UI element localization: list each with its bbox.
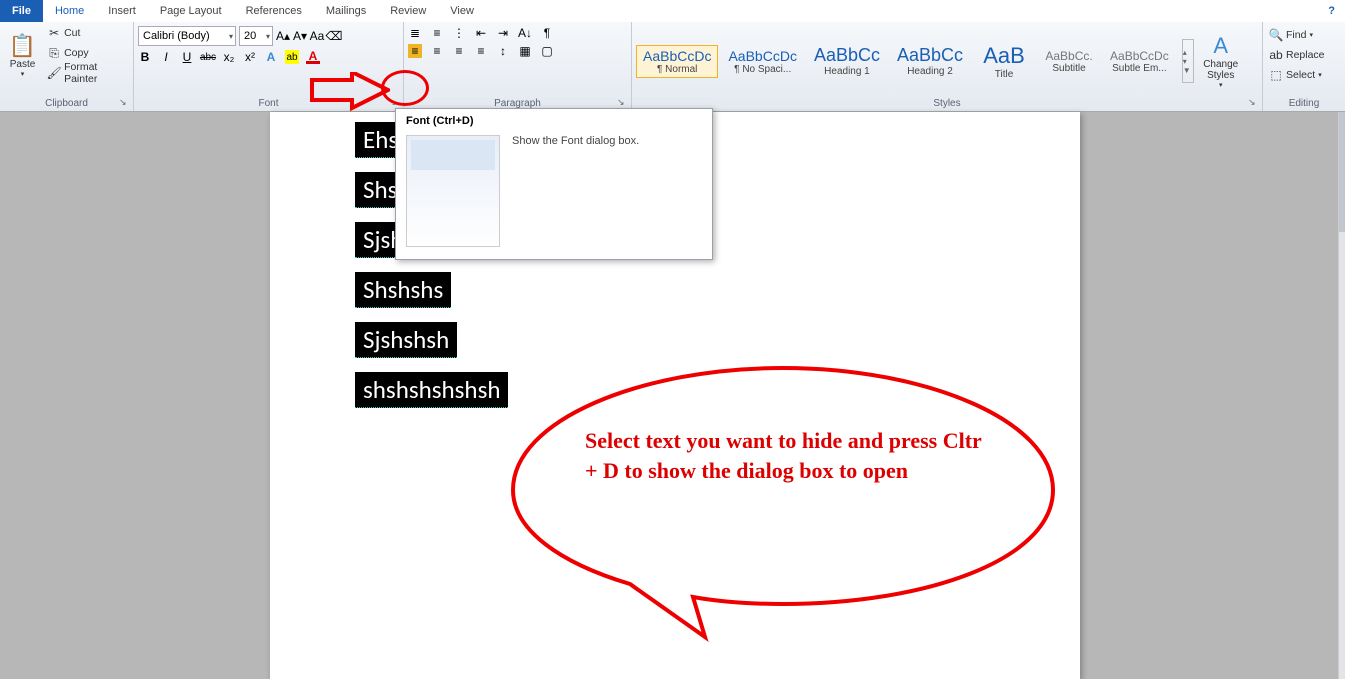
editing-label: Editing	[1267, 98, 1341, 111]
select-icon: ⬚	[1269, 68, 1283, 82]
italic-button[interactable]: I	[159, 50, 173, 64]
help-button[interactable]: ?	[1328, 5, 1335, 17]
styles-gallery[interactable]: AaBbCcDc¶ NormalAaBbCcDc¶ No Spaci...AaB…	[636, 40, 1176, 83]
group-styles: AaBbCcDc¶ NormalAaBbCcDc¶ No Spaci...AaB…	[632, 22, 1263, 111]
multilevel-button[interactable]: ⋮	[452, 26, 466, 40]
select-button[interactable]: ⬚Select ▾	[1267, 66, 1324, 84]
bullets-button[interactable]: ≣	[408, 26, 422, 40]
decrease-indent-button[interactable]: ⇤	[474, 26, 488, 40]
find-button[interactable]: 🔍Find ▾	[1267, 26, 1315, 44]
tooltip-title: Font (Ctrl+D)	[396, 109, 712, 129]
style-title[interactable]: AaBTitle	[973, 40, 1035, 83]
change-case-button[interactable]: Aa	[310, 29, 324, 43]
style-subtitle[interactable]: AaBbCc.Subtitle	[1038, 46, 1100, 77]
brush-icon: 🖌	[47, 66, 61, 80]
change-styles-icon: A	[1213, 33, 1228, 59]
font-family-select[interactable]: Calibri (Body)	[138, 26, 236, 46]
tab-view[interactable]: View	[438, 0, 486, 22]
tooltip-desc: Show the Font dialog box.	[512, 135, 639, 247]
scissors-icon: ✂	[47, 26, 61, 40]
annotation-circle	[381, 70, 429, 106]
paste-label: Paste	[10, 59, 36, 70]
tab-home[interactable]: Home	[43, 0, 96, 22]
selected-text[interactable]: Sjshshsh	[355, 322, 457, 358]
find-icon: 🔍	[1269, 28, 1283, 42]
align-center-button[interactable]: ≡	[430, 44, 444, 58]
copy-button[interactable]: ⎘Copy	[45, 44, 129, 62]
tab-references[interactable]: References	[234, 0, 314, 22]
styles-more-button[interactable]: ▴▾▼	[1182, 39, 1194, 83]
ribbon: 📋 Paste ▾ ✂Cut ⎘Copy 🖌Format Painter Cli…	[0, 22, 1345, 112]
copy-icon: ⎘	[47, 46, 61, 60]
tab-file[interactable]: File	[0, 0, 43, 22]
format-painter-button[interactable]: 🖌Format Painter	[45, 64, 129, 82]
clipboard-label: Clipboard	[4, 98, 129, 111]
change-styles-button[interactable]: A Change Styles ▾	[1198, 30, 1244, 92]
style-heading-1[interactable]: AaBbCcHeading 1	[807, 42, 887, 80]
tab-review[interactable]: Review	[378, 0, 438, 22]
style--no-spaci-[interactable]: AaBbCcDc¶ No Spaci...	[721, 45, 803, 78]
style-heading-2[interactable]: AaBbCcHeading 2	[890, 42, 970, 80]
style-subtle-em-[interactable]: AaBbCcDcSubtle Em...	[1103, 46, 1176, 77]
annotation-callout-text: Select text you want to hide and press C…	[585, 426, 995, 485]
clipboard-launcher[interactable]: ↘	[119, 97, 131, 109]
paste-button[interactable]: 📋 Paste ▾	[4, 24, 41, 86]
tab-insert[interactable]: Insert	[96, 0, 148, 22]
style--normal[interactable]: AaBbCcDc¶ Normal	[636, 45, 718, 78]
subscript-button[interactable]: x₂	[222, 50, 236, 64]
group-editing: 🔍Find ▾ abReplace ⬚Select ▾ Editing	[1263, 22, 1345, 111]
align-left-button[interactable]: ≡	[408, 44, 422, 58]
vertical-scrollbar[interactable]	[1338, 112, 1345, 679]
replace-button[interactable]: abReplace	[1267, 46, 1327, 64]
font-color-button[interactable]: A	[306, 50, 320, 64]
strike-button[interactable]: abc	[201, 50, 215, 64]
font-launcher-tooltip: Font (Ctrl+D) Show the Font dialog box.	[395, 108, 713, 260]
styles-launcher[interactable]: ↘	[1248, 97, 1260, 109]
text-effects-button[interactable]: A	[264, 50, 278, 64]
cut-button[interactable]: ✂Cut	[45, 24, 129, 42]
clear-format-button[interactable]: ⌫	[327, 29, 341, 43]
paste-icon: 📋	[9, 33, 36, 59]
ribbon-tabs: File Home Insert Page Layout References …	[0, 0, 1345, 22]
shading-button[interactable]: ▦	[518, 44, 532, 58]
line-spacing-button[interactable]: ↕	[496, 44, 510, 58]
numbering-button[interactable]: ≡	[430, 26, 444, 40]
group-clipboard: 📋 Paste ▾ ✂Cut ⎘Copy 🖌Format Painter Cli…	[0, 22, 134, 111]
scrollbar-thumb[interactable]	[1339, 112, 1345, 232]
align-right-button[interactable]: ≡	[452, 44, 466, 58]
show-marks-button[interactable]: ¶	[540, 26, 554, 40]
selected-text[interactable]: Shshshs	[355, 272, 451, 308]
bold-button[interactable]: B	[138, 50, 152, 64]
tooltip-preview-image	[406, 135, 500, 247]
justify-button[interactable]: ≡	[474, 44, 488, 58]
annotation-arrow	[310, 72, 390, 112]
selected-text[interactable]: shshshshshsh	[355, 372, 508, 408]
replace-icon: ab	[1269, 48, 1283, 62]
tab-page-layout[interactable]: Page Layout	[148, 0, 234, 22]
increase-indent-button[interactable]: ⇥	[496, 26, 510, 40]
tab-mailings[interactable]: Mailings	[314, 0, 378, 22]
highlight-button[interactable]: ab	[285, 50, 299, 64]
styles-label: Styles	[636, 98, 1258, 111]
borders-button[interactable]: ▢	[540, 44, 554, 58]
annotation-callout	[505, 360, 1061, 645]
underline-button[interactable]: U	[180, 50, 194, 64]
font-size-select[interactable]: 20	[239, 26, 273, 46]
group-paragraph: ≣ ≡ ⋮ ⇤ ⇥ A↓ ¶ ≡ ≡ ≡ ≡ ↕ ▦ ▢ Paragraph ↘	[404, 22, 632, 111]
shrink-font-button[interactable]: A▾	[293, 29, 307, 43]
superscript-button[interactable]: x²	[243, 50, 257, 64]
sort-button[interactable]: A↓	[518, 26, 532, 40]
grow-font-button[interactable]: A▴	[276, 29, 290, 43]
